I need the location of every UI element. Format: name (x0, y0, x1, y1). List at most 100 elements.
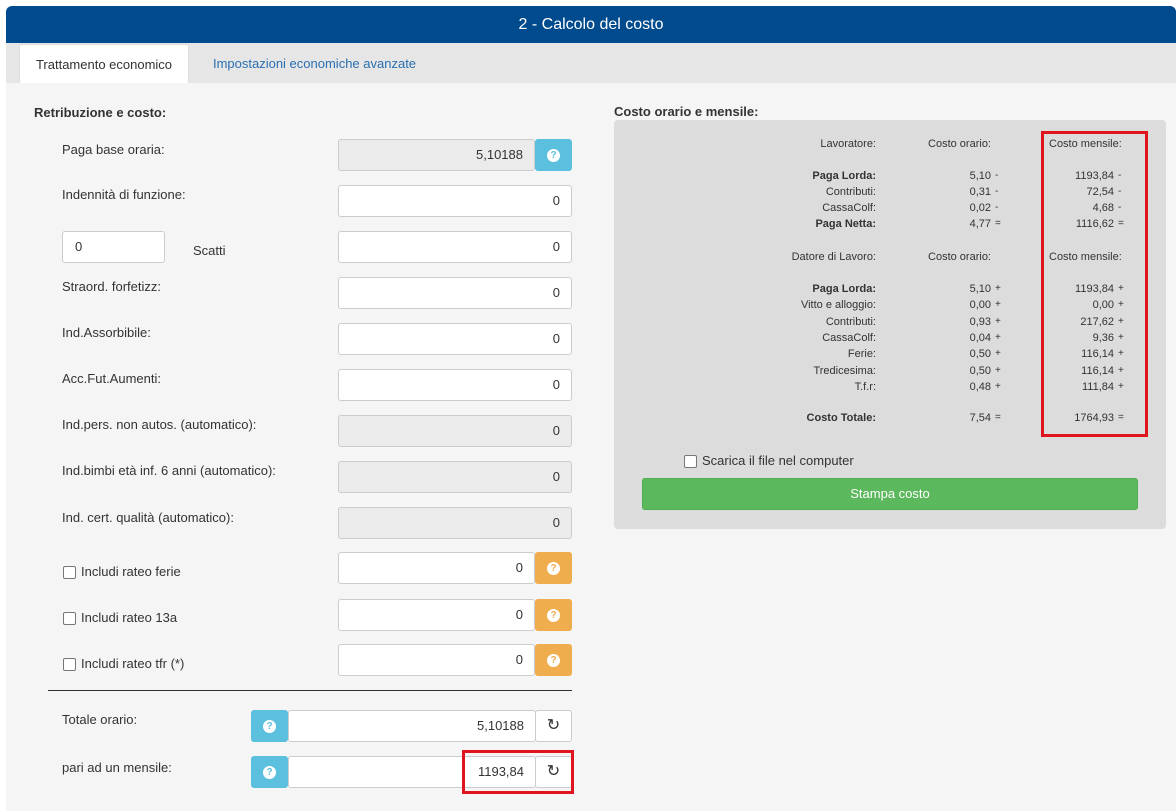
row-orario: 0,50 (969, 348, 991, 361)
row-label: Contributi: (825, 315, 876, 328)
scatti-label: Scatti (193, 243, 226, 258)
ind-bimbi-label: Ind.bimbi età inf. 6 anni (automatico): (62, 463, 276, 478)
ind-bimbi-field[interactable]: 0 (338, 461, 572, 493)
row-label: Paga Netta: (815, 218, 876, 230)
row-orario-sign: - (995, 186, 999, 197)
divider (48, 690, 572, 691)
row-orario-sign: + (995, 315, 1001, 327)
page-title: 2 - Calcolo del costo (518, 16, 664, 33)
rateo-tfr-help-button[interactable]: ? (535, 644, 572, 676)
row-orario: 0,00 (969, 299, 991, 312)
costo-orario-heading: Costo orario: (928, 251, 991, 263)
row-label: Tredicesima: (813, 364, 876, 377)
ind-pers-label: Ind.pers. non autos. (automatico): (62, 417, 257, 432)
mensile-label: pari ad un mensile: (62, 760, 172, 775)
row-label: Ferie: (847, 348, 876, 361)
indennita-label: Indennità di funzione: (62, 187, 186, 202)
row-label: CassaColf: (822, 331, 876, 344)
rateo-ferie-checkbox[interactable] (63, 566, 76, 579)
paga-base-help-button[interactable]: ? (535, 139, 572, 171)
row-orario: 5,10 (969, 283, 991, 295)
rateo-13a-checkbox[interactable] (63, 612, 76, 625)
main-content: Retribuzione e costo: Paga base oraria: … (6, 83, 1176, 811)
scatti-value-field[interactable]: 0 (338, 231, 572, 263)
scatti-count-field[interactable]: 0 (62, 231, 165, 263)
datore-heading: Datore di Lavoro: (791, 251, 876, 263)
costo-orario-heading: Costo orario: (928, 138, 991, 150)
row-label: Vitto e alloggio: (800, 299, 876, 312)
tab-impostazioni-avanzate[interactable]: Impostazioni economiche avanzate (196, 44, 433, 83)
totale-orario-help-button[interactable]: ? (251, 710, 288, 742)
question-icon: ? (547, 653, 560, 667)
rateo-tfr-field[interactable]: 0 (338, 644, 535, 676)
question-icon: ? (263, 765, 276, 779)
row-label: Paga Lorda: (812, 170, 876, 182)
rateo-ferie-label: Includi rateo ferie (81, 564, 181, 579)
tab-trattamento-economico[interactable]: Trattamento economico (19, 44, 189, 83)
row-orario-sign: + (995, 380, 1001, 392)
rateo-tfr-checkbox[interactable] (63, 658, 76, 671)
rateo-tfr-label: Includi rateo tfr (*) (81, 656, 185, 671)
row-orario-sign: - (995, 202, 999, 213)
totale-orario-refresh-button[interactable]: ↻ (535, 710, 572, 742)
rateo-ferie-field[interactable]: 0 (338, 552, 535, 584)
acc-fut-field[interactable]: 0 (338, 369, 572, 401)
mensile-highlight-box (462, 750, 574, 794)
ind-cert-label: Ind. cert. qualità (automatico): (62, 510, 234, 525)
row-orario: 4,77 (969, 218, 991, 230)
cost-summary-panel: Lavoratore: Costo orario: Costo mensile:… (614, 120, 1166, 529)
row-label: CassaColf: (822, 202, 876, 214)
totale-orario-field[interactable]: 5,10188 (288, 710, 536, 742)
row-orario-sign: + (995, 283, 1001, 294)
row-orario: 7,54 (969, 412, 991, 424)
question-icon: ? (547, 561, 560, 575)
monthly-column-highlight-box (1041, 131, 1148, 437)
question-icon: ? (547, 608, 560, 622)
row-orario: 0,48 (969, 380, 991, 393)
row-orario: 0,50 (969, 364, 991, 377)
question-icon: ? (547, 148, 560, 162)
ind-assorbibile-label: Ind.Assorbibile: (62, 325, 151, 340)
row-orario-sign: + (995, 364, 1001, 376)
download-label: Scarica il file nel computer (702, 453, 854, 468)
download-checkbox[interactable] (684, 455, 697, 468)
ind-pers-field[interactable]: 0 (338, 415, 572, 447)
row-orario: 0,04 (969, 331, 991, 344)
ind-cert-field[interactable]: 0 (338, 507, 572, 539)
row-orario-sign: + (995, 299, 1001, 311)
print-cost-button[interactable]: Stampa costo (642, 478, 1138, 510)
paga-base-field[interactable]: 5,10188 (338, 139, 535, 171)
row-orario: 5,10 (969, 170, 991, 182)
costo-title: Costo orario e mensile: (614, 104, 759, 119)
rateo-13a-help-button[interactable]: ? (535, 599, 572, 631)
ind-assorbibile-field[interactable]: 0 (338, 323, 572, 355)
row-orario-sign: = (995, 218, 1001, 229)
rateo-13a-label: Includi rateo 13a (81, 610, 178, 625)
row-orario-sign: = (995, 412, 1001, 423)
rateo-ferie-help-button[interactable]: ? (535, 552, 572, 584)
row-orario: 0,31 (969, 186, 991, 198)
row-orario: 0,93 (969, 315, 991, 328)
row-label: T.f.r: (854, 380, 876, 393)
mensile-help-button[interactable]: ? (251, 756, 288, 788)
refresh-icon: ↻ (546, 717, 561, 734)
row-label: Contributi: (825, 186, 876, 198)
row-orario: 0,02 (969, 202, 991, 214)
acc-fut-label: Acc.Fut.Aumenti: (62, 371, 161, 386)
row-orario-sign: + (995, 331, 1001, 343)
rateo-13a-field[interactable]: 0 (338, 599, 535, 631)
paga-base-label: Paga base oraria: (62, 142, 165, 157)
row-label: Costo Totale: (806, 412, 876, 424)
row-orario-sign: - (995, 170, 999, 181)
straord-label: Straord. forfetizz: (62, 279, 161, 294)
tab-bar: Trattamento economico Impostazioni econo… (6, 43, 1176, 83)
retribuzione-title: Retribuzione e costo: (34, 105, 167, 120)
straord-field[interactable]: 0 (338, 277, 572, 309)
page-header: 2 - Calcolo del costo (6, 6, 1176, 43)
indennita-field[interactable]: 0 (338, 185, 572, 217)
totale-orario-label: Totale orario: (62, 712, 138, 727)
row-label: Paga Lorda: (812, 283, 876, 295)
question-icon: ? (263, 719, 276, 733)
lavoratore-heading: Lavoratore: (820, 138, 876, 150)
row-orario-sign: + (995, 348, 1001, 360)
